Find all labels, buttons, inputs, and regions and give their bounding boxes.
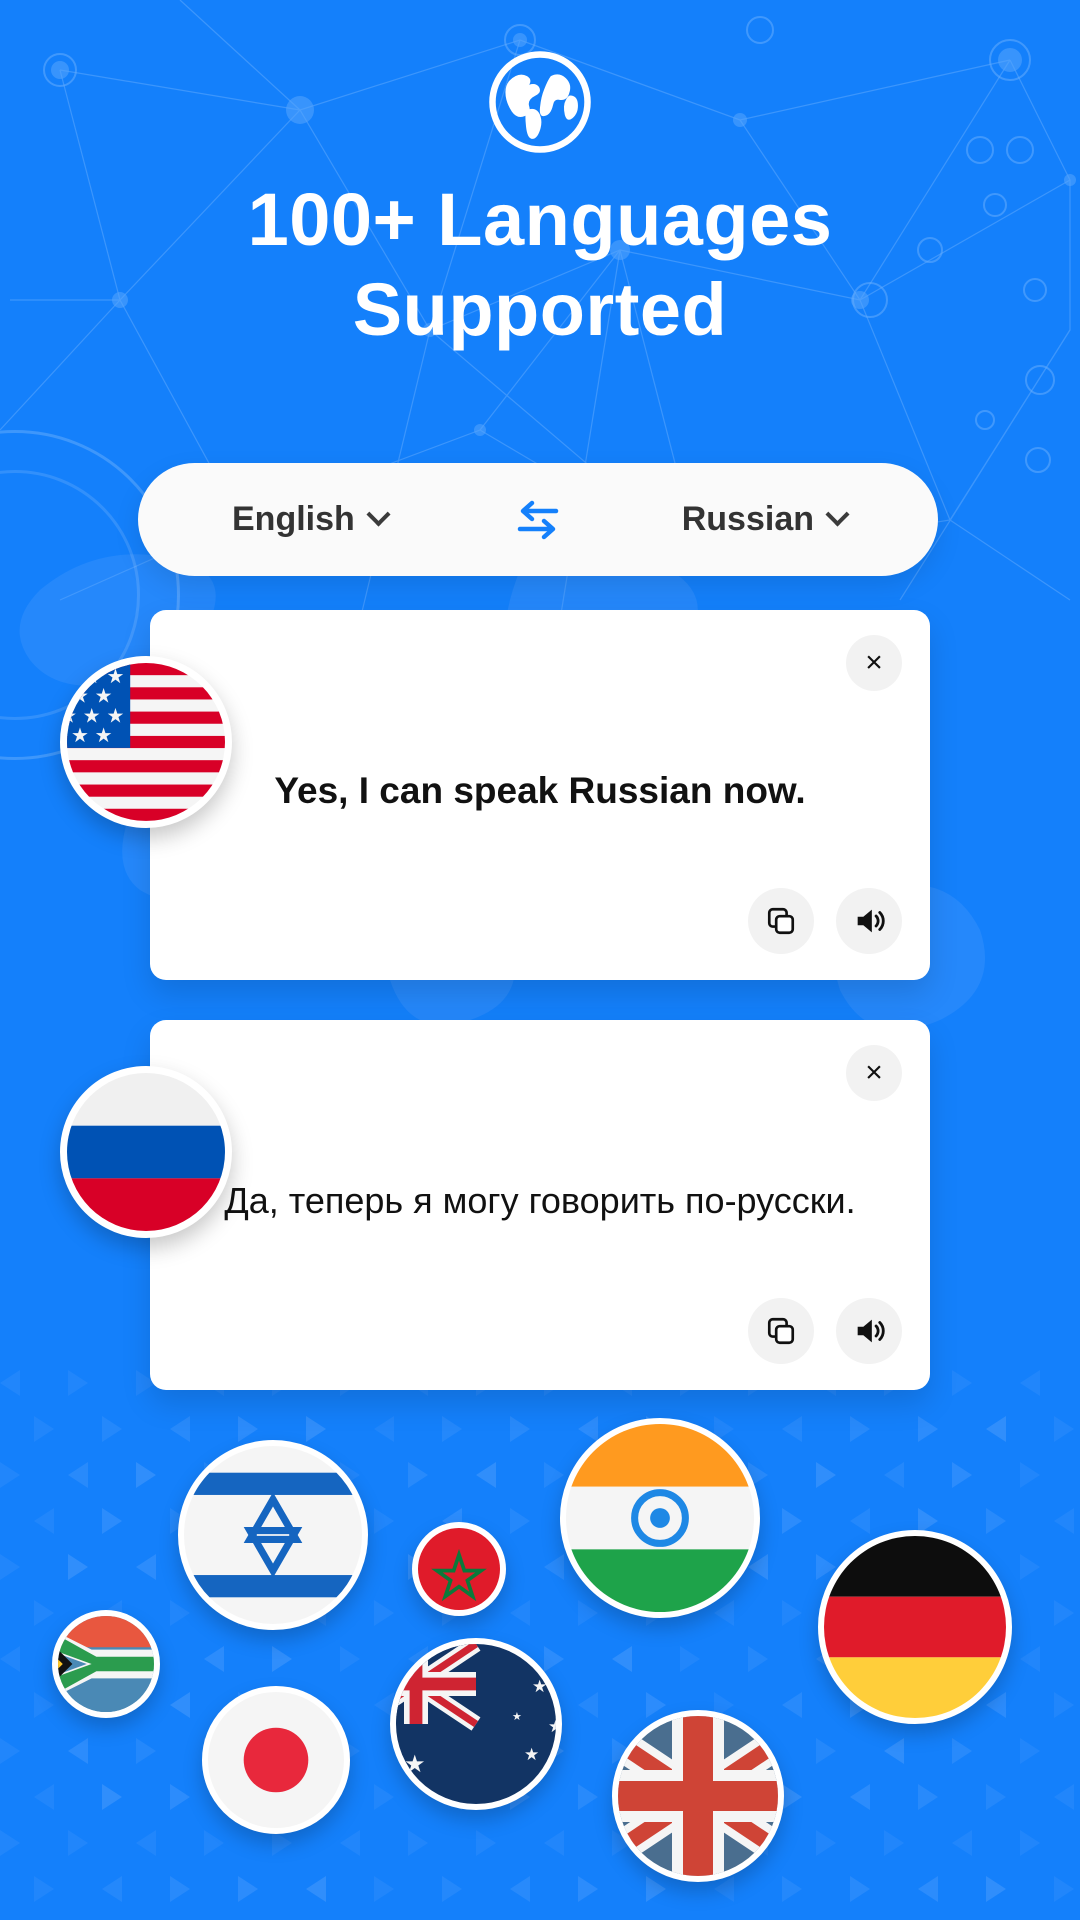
svg-text:★: ★ xyxy=(532,1677,547,1696)
copy-icon xyxy=(767,907,795,935)
source-language-dropdown[interactable]: English xyxy=(232,500,389,539)
japan-flag-icon xyxy=(202,1686,350,1834)
speaker-icon xyxy=(857,1319,885,1343)
india-flag-icon xyxy=(560,1418,760,1618)
svg-text:★: ★ xyxy=(512,1711,522,1723)
close-icon[interactable]: × xyxy=(846,635,902,691)
speaker-button[interactable] xyxy=(836,888,902,954)
svg-text:★: ★ xyxy=(524,1745,539,1764)
close-label: × xyxy=(865,646,883,679)
chevron-down-icon xyxy=(828,506,848,526)
copy-icon xyxy=(767,1317,795,1345)
svg-text:★: ★ xyxy=(404,1751,426,1778)
chevron-down-icon xyxy=(369,506,389,526)
svg-text:★: ★ xyxy=(107,705,125,727)
source-language-label: English xyxy=(232,500,355,538)
source-text: Yes, I can speak Russian now. xyxy=(274,770,806,811)
target-language-label: Russian xyxy=(681,500,814,538)
united-kingdom-flag-icon xyxy=(612,1710,784,1882)
svg-text:★: ★ xyxy=(67,705,77,727)
germany-flag-icon xyxy=(818,1530,1012,1724)
copy-button[interactable] xyxy=(748,1298,814,1364)
page-title: 100+ Languages Supported xyxy=(0,175,1080,355)
language-selector-bar: English Russian xyxy=(138,463,938,576)
svg-text:★: ★ xyxy=(95,725,113,747)
svg-text:★: ★ xyxy=(71,725,89,747)
target-translation-card: × Да, теперь я могу говорить по-русски. xyxy=(60,1020,930,1390)
globe-logo xyxy=(0,48,1080,156)
target-text: Да, теперь я могу говорить по-русски. xyxy=(224,1180,856,1221)
page-title-line1: 100+ Languages xyxy=(247,178,833,261)
source-translation-card: ★★★★ ★★★ ★★★★ ★★★ × Yes, I can speak Rus… xyxy=(60,610,930,980)
svg-text:★: ★ xyxy=(83,666,101,688)
target-card-actions xyxy=(748,1298,902,1364)
svg-text:★: ★ xyxy=(95,686,113,708)
flag-cloud: ★ ★ ★ ★ ★ ★ xyxy=(0,1390,1080,1920)
copy-button[interactable] xyxy=(748,888,814,954)
swap-arrows-icon xyxy=(517,500,559,539)
svg-text:★: ★ xyxy=(67,666,77,688)
app-root: 100+ Languages Supported English Russian xyxy=(0,0,1080,1920)
close-label: × xyxy=(865,1056,883,1089)
globe-icon xyxy=(489,51,591,153)
svg-text:★: ★ xyxy=(83,705,101,727)
swap-languages-button[interactable] xyxy=(503,485,573,555)
south-africa-flag-icon xyxy=(52,1610,160,1718)
israel-flag-icon xyxy=(178,1440,368,1630)
speaker-icon xyxy=(857,909,885,933)
svg-text:★: ★ xyxy=(552,1764,556,1779)
svg-text:★: ★ xyxy=(548,1717,556,1736)
morocco-flag-icon xyxy=(412,1522,506,1616)
speaker-button[interactable] xyxy=(836,1298,902,1364)
svg-text:★: ★ xyxy=(107,666,125,688)
svg-text:★: ★ xyxy=(71,686,89,708)
target-language-dropdown[interactable]: Russian xyxy=(682,500,848,539)
australia-flag-icon: ★ ★ ★ ★ ★ ★ xyxy=(390,1638,562,1810)
page-title-line2: Supported xyxy=(352,268,728,351)
close-icon[interactable]: × xyxy=(846,1045,902,1101)
source-card-actions xyxy=(748,888,902,954)
